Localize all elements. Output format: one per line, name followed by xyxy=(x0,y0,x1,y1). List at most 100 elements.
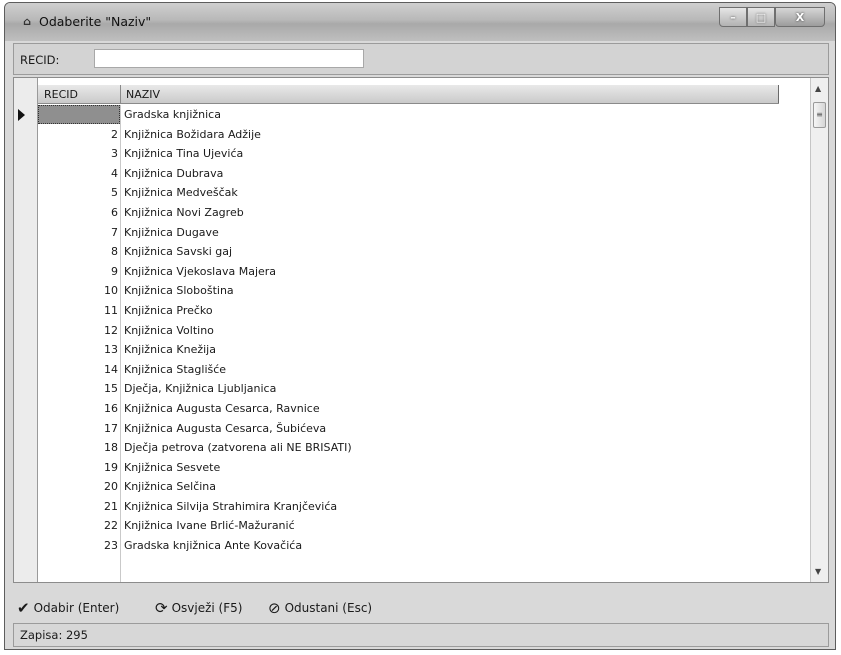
table-row[interactable]: 1 Gradska knjižnica xyxy=(18,105,779,125)
cell-recid[interactable]: 1 xyxy=(38,105,120,124)
cell-recid[interactable]: 17 xyxy=(38,419,120,439)
select-button-label: Odabir (Enter) xyxy=(33,601,120,615)
table-row[interactable]: 12 Knjižnica Voltino xyxy=(38,321,779,341)
cell-recid[interactable]: 5 xyxy=(38,183,120,203)
cell-recid[interactable]: 20 xyxy=(38,477,120,497)
cell-recid[interactable]: 9 xyxy=(38,262,120,282)
maximize-button[interactable]: □ xyxy=(747,7,775,27)
cell-recid[interactable]: 16 xyxy=(38,399,120,419)
column-header-recid[interactable]: RECID xyxy=(44,88,78,101)
table-row[interactable]: 23 Gradska knjižnica Ante Kovačića xyxy=(38,536,779,556)
table-row[interactable]: 7 Knjižnica Dugave xyxy=(38,223,779,243)
cell-naziv[interactable]: Knjižnica Staglišće xyxy=(124,360,226,380)
cell-naziv[interactable]: Knjižnica Ivane Brlić-Mažuranić xyxy=(124,516,295,536)
table-row[interactable]: 11 Knjižnica Prečko xyxy=(38,301,779,321)
minimize-icon: – xyxy=(730,10,736,24)
cell-recid[interactable]: 11 xyxy=(38,301,120,321)
cell-naziv[interactable]: Knjižnica Augusta Cesarca, Ravnice xyxy=(124,399,320,419)
cell-naziv[interactable]: Dječja petrova (zatvorena ali NE BRISATI… xyxy=(124,438,352,458)
cell-naziv[interactable]: Knjižnica Augusta Cesarca, Šubićeva xyxy=(124,419,326,439)
cell-recid[interactable]: 19 xyxy=(38,458,120,478)
cell-recid[interactable]: 18 xyxy=(38,438,120,458)
cell-recid[interactable]: 21 xyxy=(38,497,120,517)
table-row[interactable]: 17 Knjižnica Augusta Cesarca, Šubićeva xyxy=(38,419,779,439)
cancel-icon: ⊘ xyxy=(268,599,281,617)
recid-filter-input[interactable] xyxy=(94,49,364,68)
table-row[interactable]: 19 Knjižnica Sesvete xyxy=(38,458,779,478)
filter-bar: RECID: xyxy=(13,43,829,75)
table-row[interactable]: 15 Dječja, Knjižnica Ljubljanica xyxy=(38,379,779,399)
cell-naziv[interactable]: Knjižnica Dubrava xyxy=(124,164,223,184)
cell-recid[interactable]: 14 xyxy=(38,360,120,380)
table-row[interactable]: 10 Knjižnica Sloboština xyxy=(38,281,779,301)
cell-recid[interactable]: 4 xyxy=(38,164,120,184)
table-row[interactable]: 6 Knjižnica Novi Zagreb xyxy=(38,203,779,223)
dialog-window: ⌂ Odaberite "Naziv" – □ X RECID: RECID N… xyxy=(4,2,836,650)
cell-recid[interactable]: 22 xyxy=(38,516,120,536)
cell-naziv[interactable]: Knjižnica Voltino xyxy=(124,321,214,341)
cell-recid[interactable]: 3 xyxy=(38,144,120,164)
cell-naziv[interactable]: Knjižnica Sloboština xyxy=(124,281,234,301)
select-button[interactable]: ✔ Odabir (Enter) xyxy=(17,599,119,617)
action-toolbar: ✔ Odabir (Enter) ⟳ Osvježi (F5) ⊘ Odusta… xyxy=(13,593,829,623)
recid-filter-label: RECID: xyxy=(20,53,60,67)
cell-naziv[interactable]: Knjižnica Sesvete xyxy=(124,458,220,478)
cell-naziv[interactable]: Knjižnica Selčina xyxy=(124,477,216,497)
cell-naziv[interactable]: Knjižnica Knežija xyxy=(124,340,216,360)
checkmark-icon: ✔ xyxy=(17,599,30,617)
table-row[interactable]: 3 Knjižnica Tina Ujevića xyxy=(38,144,779,164)
refresh-icon: ⟳ xyxy=(155,599,168,617)
table-row[interactable]: 8 Knjižnica Savski gaj xyxy=(38,242,779,262)
vertical-scrollbar[interactable]: ▲ ≡ ▼ xyxy=(810,78,828,582)
cell-recid[interactable]: 10 xyxy=(38,281,120,301)
cell-naziv[interactable]: Knjižnica Savski gaj xyxy=(124,242,232,262)
column-divider[interactable] xyxy=(120,85,121,103)
cell-naziv[interactable]: Knjižnica Prečko xyxy=(124,301,213,321)
cell-recid[interactable]: 12 xyxy=(38,321,120,341)
table-row[interactable]: 21 Knjižnica Silvija Strahimira Kranjčevi… xyxy=(38,497,779,517)
cell-recid[interactable]: 6 xyxy=(38,203,120,223)
grid-rows: 1 Gradska knjižnica 2 Knjižnica Božidara Ad… xyxy=(18,105,779,556)
cell-recid[interactable]: 8 xyxy=(38,242,120,262)
row-indicator-column xyxy=(14,78,38,582)
title-bar[interactable]: ⌂ Odaberite "Naziv" – □ X xyxy=(5,3,835,41)
refresh-button[interactable]: ⟳ Osvježi (F5) xyxy=(155,599,242,617)
cell-naziv[interactable]: Knjižnica Medveščak xyxy=(124,183,238,203)
close-icon: X xyxy=(795,10,805,24)
table-row[interactable]: 22 Knjižnica Ivane Brlić-Mažuranić xyxy=(38,516,779,536)
cell-naziv[interactable]: Knjižnica Božidara Adžije xyxy=(124,125,261,145)
cell-naziv[interactable]: Knjižnica Silvija Strahimira Kranjčevića xyxy=(124,497,337,517)
window-title: Odaberite "Naziv" xyxy=(39,14,152,29)
cell-recid[interactable]: 23 xyxy=(38,536,120,556)
column-divider[interactable] xyxy=(778,85,779,103)
close-button[interactable]: X xyxy=(775,7,825,27)
scroll-thumb[interactable]: ≡ xyxy=(813,102,826,128)
cell-naziv[interactable]: Knjižnica Novi Zagreb xyxy=(124,203,244,223)
cell-naziv[interactable]: Knjižnica Tina Ujevića xyxy=(124,144,243,164)
minimize-button[interactable]: – xyxy=(719,7,747,27)
table-row[interactable]: 18 Dječja petrova (zatvorena ali NE BRISA… xyxy=(38,438,779,458)
table-row[interactable]: 2 Knjižnica Božidara Adžije xyxy=(38,125,779,145)
scroll-up-icon[interactable]: ▲ xyxy=(815,84,821,93)
table-row[interactable]: 20 Knjižnica Selčina xyxy=(38,477,779,497)
table-row[interactable]: 14 Knjižnica Staglišće xyxy=(38,360,779,380)
current-row-arrow-icon xyxy=(18,109,25,121)
table-row[interactable]: 4 Knjižnica Dubrava xyxy=(38,164,779,184)
table-row[interactable]: 9 Knjižnica Vjekoslava Majera xyxy=(38,262,779,282)
cell-recid[interactable]: 13 xyxy=(38,340,120,360)
cancel-button[interactable]: ⊘ Odustani (Esc) xyxy=(268,599,372,617)
cell-naziv[interactable]: Knjižnica Dugave xyxy=(124,223,219,243)
cell-naziv[interactable]: Knjižnica Vjekoslava Majera xyxy=(124,262,276,282)
cell-naziv[interactable]: Gradska knjižnica xyxy=(124,105,221,125)
cell-recid[interactable]: 7 xyxy=(38,223,120,243)
column-header-naziv[interactable]: NAZIV xyxy=(126,88,160,101)
cell-recid[interactable]: 2 xyxy=(38,125,120,145)
cell-naziv[interactable]: Dječja, Knjižnica Ljubljanica xyxy=(124,379,276,399)
cell-recid[interactable]: 15 xyxy=(38,379,120,399)
table-row[interactable]: 5 Knjižnica Medveščak xyxy=(38,183,779,203)
refresh-button-label: Osvježi (F5) xyxy=(171,601,243,615)
table-row[interactable]: 13 Knjižnica Knežija xyxy=(38,340,779,360)
cell-naziv[interactable]: Gradska knjižnica Ante Kovačića xyxy=(124,536,302,556)
table-row[interactable]: 16 Knjižnica Augusta Cesarca, Ravnice xyxy=(38,399,779,419)
scroll-down-icon[interactable]: ▼ xyxy=(815,567,821,576)
